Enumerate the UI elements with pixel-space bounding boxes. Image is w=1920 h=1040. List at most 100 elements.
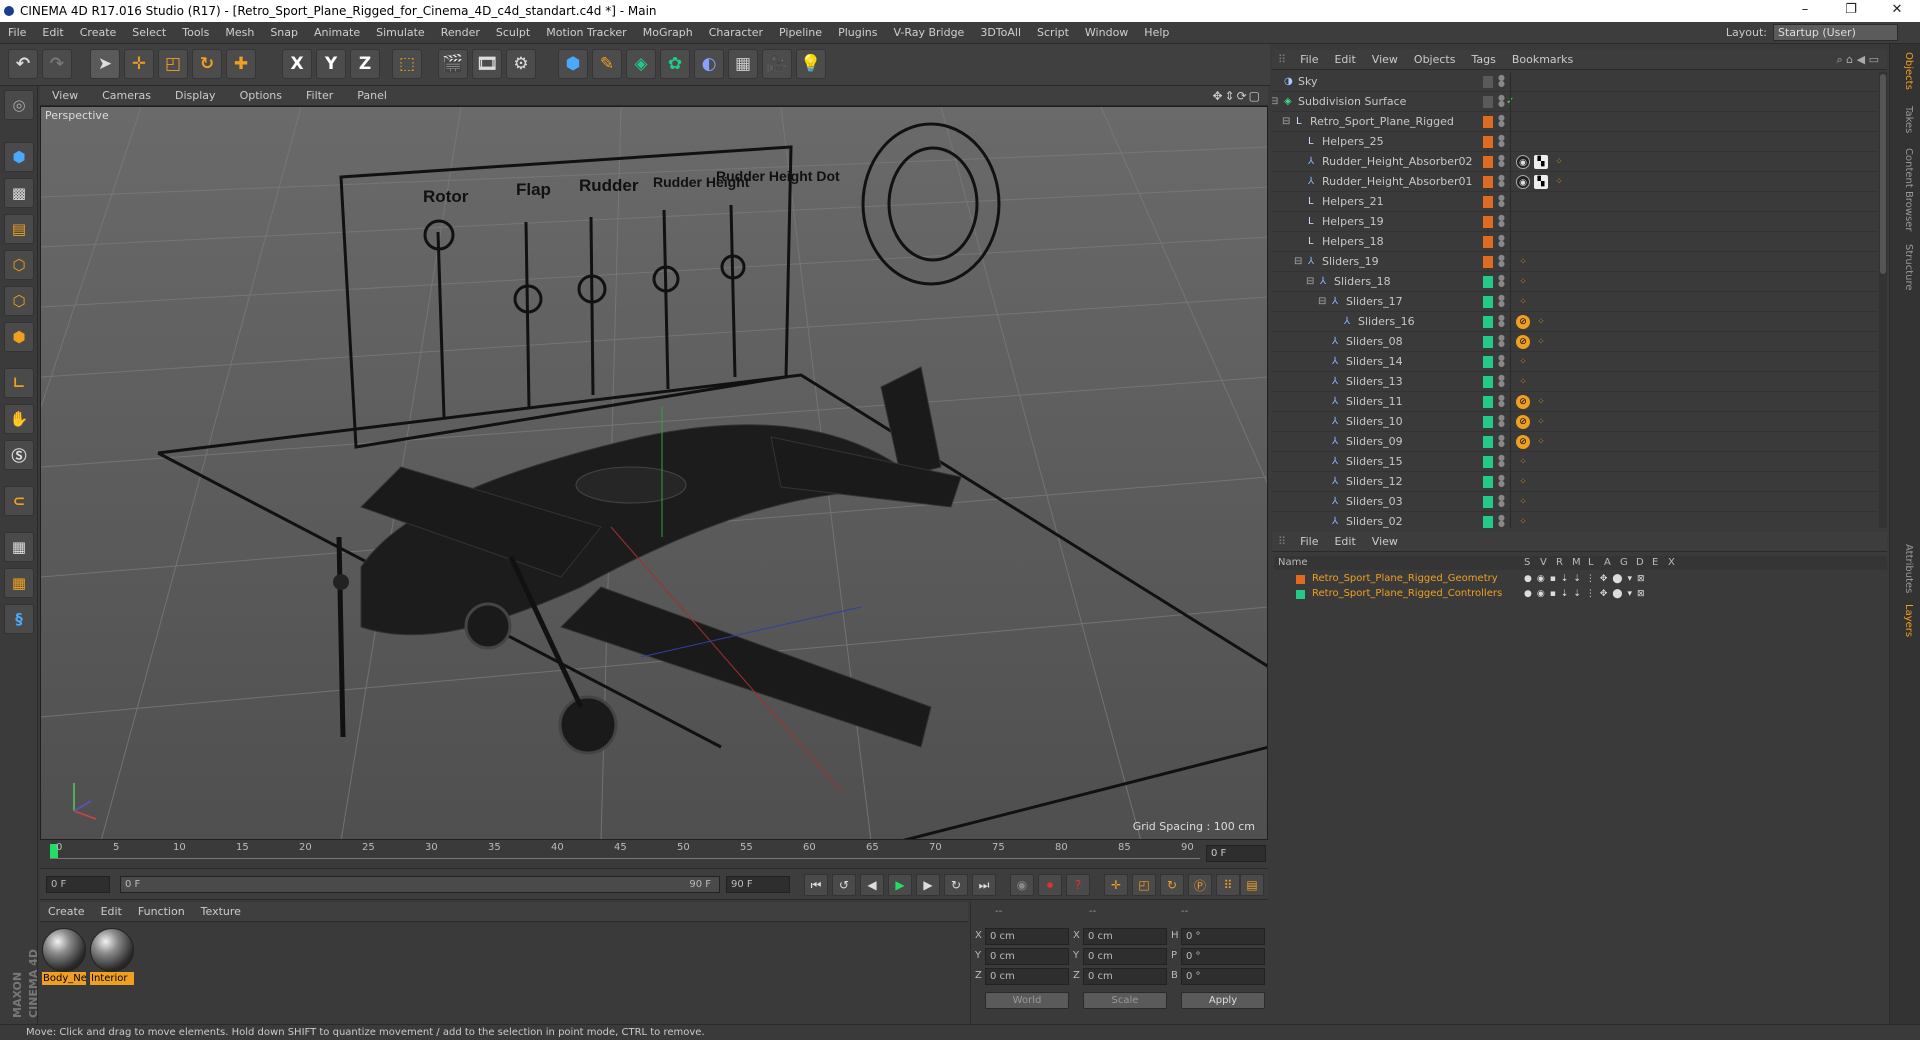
texture-tag-icon[interactable]: ▚ bbox=[1534, 175, 1548, 189]
ik-tag-icon[interactable]: ⁘ bbox=[1516, 355, 1530, 369]
polygons-mode-icon[interactable]: ⬢ bbox=[4, 322, 34, 352]
z-axis-lock-button[interactable]: Z bbox=[350, 49, 380, 79]
visibility-dots-icon[interactable]: ● ● bbox=[1498, 94, 1505, 108]
objects-menu-edit[interactable]: Edit bbox=[1326, 53, 1363, 66]
menu-window[interactable]: Window bbox=[1077, 22, 1136, 44]
layer-flag-icons[interactable]: ●◉▪⇣⇣⋮✥⬤▾⊠ bbox=[1524, 589, 1650, 599]
visibility-dots-icon[interactable]: ● ● bbox=[1498, 274, 1505, 288]
scale-icon[interactable]: ◰ bbox=[158, 49, 188, 79]
object-row[interactable]: ⅄ Rudder_Height_Absorber01 ● ● ◉ ▚ ⁘ bbox=[1272, 172, 1878, 192]
menu-pipeline[interactable]: Pipeline bbox=[771, 22, 830, 44]
solo-mode-icon[interactable]: Ⓢ bbox=[4, 440, 34, 470]
protection-tag-icon[interactable]: ⊘ bbox=[1516, 415, 1530, 429]
coordinate-system-icon[interactable]: ⬚ bbox=[392, 49, 422, 79]
visibility-dots-icon[interactable]: ● ● bbox=[1498, 294, 1505, 308]
layer-color-swatch[interactable] bbox=[1483, 416, 1493, 428]
object-row[interactable]: ⅄ Rudder_Height_Absorber02 ● ● ◉ ▚ ⁘ bbox=[1272, 152, 1878, 172]
expand-collapse-icon[interactable]: ⊟ bbox=[1294, 256, 1304, 267]
tab-layers[interactable]: Layers bbox=[1896, 604, 1914, 637]
select-arrow-icon[interactable]: ➤ bbox=[90, 49, 120, 79]
menu-simulate[interactable]: Simulate bbox=[368, 22, 433, 44]
object-name[interactable]: Rudder_Height_Absorber02 bbox=[1322, 155, 1473, 168]
record-keys-icon[interactable]: ◉ bbox=[1010, 874, 1034, 896]
protection-tag-icon[interactable]: ⊘ bbox=[1516, 435, 1530, 449]
object-row[interactable]: ⅄ Sliders_16 ● ● ⊘ ⁘ bbox=[1272, 312, 1878, 332]
layer-color-swatch[interactable] bbox=[1483, 256, 1493, 268]
layer-color-swatch[interactable] bbox=[1483, 196, 1493, 208]
timeline-ruler[interactable]: 0 5 10 15 20 25 30 35 40 45 50 55 60 65 … bbox=[40, 842, 1268, 866]
ik-tag-icon[interactable]: ⁘ bbox=[1534, 315, 1548, 329]
tab-attributes[interactable]: Attributes bbox=[1896, 544, 1914, 593]
object-row[interactable]: ⅄ Sliders_02 ● ● ⁘ bbox=[1272, 512, 1878, 528]
layer-col-g[interactable]: G bbox=[1620, 557, 1628, 568]
perspective-viewport[interactable]: Rotor Flap Rudder Rudder Height Rudder H… bbox=[40, 106, 1268, 840]
pos-x-field[interactable]: 0 cm bbox=[985, 928, 1069, 945]
object-name[interactable]: Sliders_11 bbox=[1346, 395, 1403, 408]
apply-button[interactable]: Apply bbox=[1181, 992, 1265, 1009]
enabled-check-icon[interactable]: ✓ bbox=[1506, 96, 1516, 107]
object-name[interactable]: Sliders_09 bbox=[1346, 435, 1403, 448]
autokey-icon[interactable]: ⏺ bbox=[1038, 874, 1062, 896]
menu-plugins[interactable]: Plugins bbox=[830, 22, 885, 44]
layer-color-swatch[interactable] bbox=[1483, 396, 1493, 408]
menu-create[interactable]: Create bbox=[72, 22, 125, 44]
material-menu-create[interactable]: Create bbox=[40, 905, 93, 918]
start-frame-field[interactable]: 0 F bbox=[46, 876, 110, 893]
visibility-dots-icon[interactable]: ● ● bbox=[1498, 74, 1505, 88]
keyframe-selection-icon[interactable]: ? bbox=[1066, 874, 1090, 896]
object-name[interactable]: Sliders_10 bbox=[1346, 415, 1403, 428]
viewport-menu-options[interactable]: Options bbox=[228, 89, 294, 102]
ik-tag-icon[interactable]: ⁘ bbox=[1552, 175, 1566, 189]
layer-color-swatch[interactable] bbox=[1483, 176, 1493, 188]
locked-workplane-icon[interactable]: ▦ bbox=[4, 568, 34, 598]
layer-col-m[interactable]: M bbox=[1572, 557, 1581, 568]
object-row[interactable]: ⅄ Sliders_15 ● ● ⁘ bbox=[1272, 452, 1878, 472]
move-icon[interactable]: ✛ bbox=[124, 49, 154, 79]
object-name[interactable]: Sliders_16 bbox=[1358, 315, 1415, 328]
layer-col-e[interactable]: E bbox=[1652, 557, 1658, 568]
object-row[interactable]: L Helpers_25 ● ● bbox=[1272, 132, 1878, 152]
make-editable-icon[interactable]: ◎ bbox=[4, 90, 34, 120]
object-name[interactable]: Helpers_19 bbox=[1322, 215, 1384, 228]
ik-tag-icon[interactable]: ⁘ bbox=[1534, 395, 1548, 409]
tweak-mode-icon[interactable]: ✋ bbox=[4, 404, 34, 434]
layer-col-s[interactable]: S bbox=[1524, 557, 1530, 568]
nurbs-icon[interactable]: ◈ bbox=[626, 49, 656, 79]
array-icon[interactable]: ✿ bbox=[660, 49, 690, 79]
material-swatch[interactable]: Body_Ne bbox=[42, 928, 86, 986]
object-row[interactable]: ⅄ Sliders_14 ● ● ⁘ bbox=[1272, 352, 1878, 372]
visibility-dots-icon[interactable]: ● ● bbox=[1498, 134, 1505, 148]
layer-color-swatch[interactable] bbox=[1483, 516, 1493, 528]
scrollbar-thumb[interactable] bbox=[1880, 74, 1886, 274]
viewport-menu-cameras[interactable]: Cameras bbox=[90, 89, 163, 102]
object-row[interactable]: ⅄ Sliders_11 ● ● ⊘ ⁘ bbox=[1272, 392, 1878, 412]
expand-collapse-icon[interactable]: ⊟ bbox=[1282, 116, 1292, 127]
cube-primitive-icon[interactable]: ⬢ bbox=[558, 49, 588, 79]
layer-col-l[interactable]: L bbox=[1588, 557, 1594, 568]
visibility-dots-icon[interactable]: ● ● bbox=[1498, 374, 1505, 388]
object-row[interactable]: ⊟ L Retro_Sport_Plane_Rigged ● ● bbox=[1272, 112, 1878, 132]
close-button[interactable]: ✕ bbox=[1874, 0, 1920, 22]
object-name[interactable]: Sliders_17 bbox=[1346, 295, 1403, 308]
next-frame-icon[interactable]: ▶ bbox=[916, 874, 940, 896]
object-row[interactable]: ⊟ ⅄ Sliders_19 ● ● ⁘ bbox=[1272, 252, 1878, 272]
object-row[interactable]: ⅄ Sliders_08 ● ● ⊘ ⁘ bbox=[1272, 332, 1878, 352]
menu-select[interactable]: Select bbox=[124, 22, 174, 44]
render-view-icon[interactable]: 🎬 bbox=[438, 49, 468, 79]
menu-tools[interactable]: Tools bbox=[174, 22, 217, 44]
object-name[interactable]: Sliders_19 bbox=[1322, 255, 1379, 268]
ik-tag-icon[interactable]: ⁘ bbox=[1534, 415, 1548, 429]
points-mode-icon[interactable]: ⬡ bbox=[4, 250, 34, 280]
object-manager-scrollbar[interactable] bbox=[1879, 72, 1887, 528]
menu-render[interactable]: Render bbox=[433, 22, 488, 44]
visibility-dots-icon[interactable]: ● ● bbox=[1498, 314, 1505, 328]
layer-flag-icons[interactable]: ●◉▪⇣⇣⋮✥⬤▾⊠ bbox=[1524, 574, 1650, 584]
layer-col-x[interactable]: X bbox=[1668, 557, 1675, 568]
object-name[interactable]: Helpers_21 bbox=[1322, 195, 1384, 208]
viewport-menu-filter[interactable]: Filter bbox=[294, 89, 345, 102]
workplane-icon[interactable]: ▤ bbox=[4, 214, 34, 244]
render-picture-viewer-icon[interactable]: 🎞 bbox=[472, 49, 502, 79]
size-x-field[interactable]: 0 cm bbox=[1083, 928, 1167, 945]
layer-color-swatch[interactable] bbox=[1483, 236, 1493, 248]
objects-menu-file[interactable]: File bbox=[1292, 53, 1326, 66]
